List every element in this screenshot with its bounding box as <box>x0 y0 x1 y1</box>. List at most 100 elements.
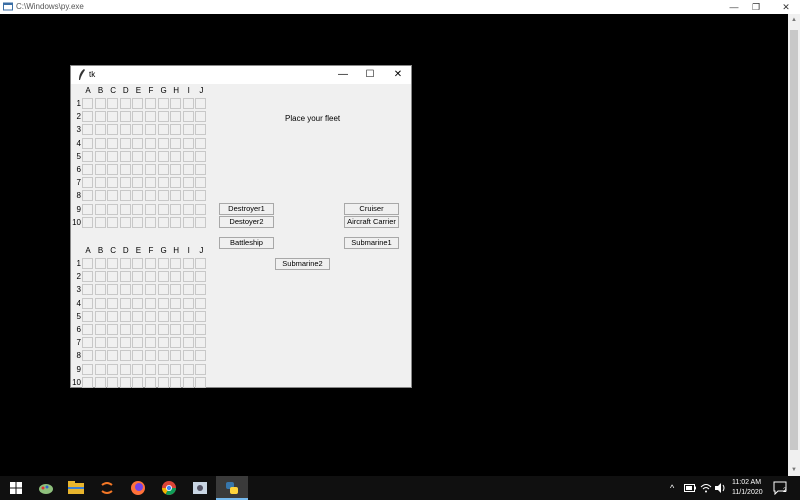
player-board-cell[interactable] <box>170 124 182 136</box>
player-board-cell[interactable] <box>132 216 144 228</box>
enemy-board-cell[interactable] <box>157 310 169 322</box>
enemy-board-cell[interactable] <box>157 324 169 335</box>
enemy-board-cell[interactable] <box>145 297 156 309</box>
scrollbar-thumb[interactable] <box>790 30 798 450</box>
clock-time[interactable]: 11:02 AM <box>732 479 761 486</box>
player-board-cell[interactable] <box>145 190 156 202</box>
enemy-board-cell[interactable] <box>82 310 93 322</box>
player-board-cell[interactable] <box>157 137 169 149</box>
enemy-board-cell[interactable] <box>119 350 131 362</box>
player-board-cell[interactable] <box>94 177 106 189</box>
player-board-cell[interactable] <box>195 124 207 136</box>
tk-maximize-button[interactable]: ☐ <box>356 66 384 84</box>
player-board-cell[interactable] <box>132 98 144 109</box>
player-board-cell[interactable] <box>107 177 119 189</box>
enemy-board-cell[interactable] <box>82 324 93 335</box>
taskbar-firefox[interactable] <box>128 478 148 498</box>
player-board-cell[interactable] <box>182 164 194 175</box>
player-board-cell[interactable] <box>145 203 156 215</box>
player-board-cell[interactable] <box>195 177 207 189</box>
player-board-cell[interactable] <box>119 164 131 175</box>
taskbar-chrome[interactable] <box>159 478 179 498</box>
player-board-cell[interactable] <box>132 111 144 123</box>
player-board-cell[interactable] <box>145 111 156 123</box>
enemy-board-cell[interactable] <box>182 363 194 375</box>
player-board-cell[interactable] <box>182 177 194 189</box>
enemy-board-cell[interactable] <box>145 310 156 322</box>
player-board-cell[interactable] <box>94 190 106 202</box>
enemy-board-cell[interactable] <box>82 363 93 375</box>
enemy-board-cell[interactable] <box>170 258 182 269</box>
enemy-board-cell[interactable] <box>94 324 106 335</box>
enemy-board-cell[interactable] <box>195 363 207 375</box>
player-board-cell[interactable] <box>182 190 194 202</box>
enemy-board-cell[interactable] <box>157 337 169 349</box>
enemy-board-cell[interactable] <box>132 271 144 283</box>
enemy-board-cell[interactable] <box>82 376 93 388</box>
enemy-board-cell[interactable] <box>170 324 182 335</box>
enemy-board-cell[interactable] <box>107 350 119 362</box>
player-board-cell[interactable] <box>82 177 93 189</box>
enemy-board-cell[interactable] <box>195 350 207 362</box>
enemy-board-cell[interactable] <box>182 337 194 349</box>
enemy-board-cell[interactable] <box>94 310 106 322</box>
enemy-board-cell[interactable] <box>182 324 194 335</box>
enemy-board-cell[interactable] <box>145 376 156 388</box>
player-board-cell[interactable] <box>94 150 106 162</box>
player-board-cell[interactable] <box>119 98 131 109</box>
player-board-cell[interactable] <box>157 203 169 215</box>
enemy-board-cell[interactable] <box>132 324 144 335</box>
aircraft-carrier-button[interactable]: Aircraft Carrier <box>344 216 399 228</box>
enemy-board-cell[interactable] <box>157 350 169 362</box>
enemy-board-cell[interactable] <box>119 376 131 388</box>
player-board-cell[interactable] <box>145 216 156 228</box>
start-button[interactable] <box>6 478 26 498</box>
player-board-cell[interactable] <box>170 98 182 109</box>
player-board-cell[interactable] <box>107 124 119 136</box>
player-board-cell[interactable] <box>157 164 169 175</box>
enemy-board-cell[interactable] <box>195 376 207 388</box>
player-board-cell[interactable] <box>107 111 119 123</box>
enemy-board-cell[interactable] <box>132 376 144 388</box>
enemy-board-cell[interactable] <box>132 310 144 322</box>
player-board-cell[interactable] <box>132 203 144 215</box>
player-board-cell[interactable] <box>182 137 194 149</box>
enemy-board-cell[interactable] <box>82 271 93 283</box>
player-board-cell[interactable] <box>94 137 106 149</box>
enemy-board-cell[interactable] <box>157 376 169 388</box>
enemy-board-cell[interactable] <box>119 324 131 335</box>
player-board-cell[interactable] <box>170 164 182 175</box>
player-board-cell[interactable] <box>107 150 119 162</box>
enemy-board-cell[interactable] <box>94 258 106 269</box>
player-board-cell[interactable] <box>107 137 119 149</box>
enemy-board-cell[interactable] <box>94 337 106 349</box>
player-board-cell[interactable] <box>119 124 131 136</box>
player-board-cell[interactable] <box>145 164 156 175</box>
enemy-board-cell[interactable] <box>157 297 169 309</box>
enemy-board-cell[interactable] <box>119 258 131 269</box>
console-restore-button[interactable]: ❐ <box>742 0 770 14</box>
enemy-board-cell[interactable] <box>94 284 106 296</box>
player-board-cell[interactable] <box>170 216 182 228</box>
player-board-cell[interactable] <box>132 190 144 202</box>
player-board-cell[interactable] <box>132 164 144 175</box>
taskbar-app-4[interactable] <box>97 478 117 498</box>
player-board-cell[interactable] <box>82 203 93 215</box>
player-board-cell[interactable] <box>107 216 119 228</box>
player-board-cell[interactable] <box>157 98 169 109</box>
enemy-board-cell[interactable] <box>195 258 207 269</box>
enemy-board-cell[interactable] <box>195 297 207 309</box>
enemy-board-cell[interactable] <box>170 310 182 322</box>
enemy-board-cell[interactable] <box>195 310 207 322</box>
player-board-cell[interactable] <box>82 150 93 162</box>
player-board-cell[interactable] <box>182 124 194 136</box>
enemy-board-cell[interactable] <box>132 350 144 362</box>
enemy-board-cell[interactable] <box>94 376 106 388</box>
player-board-cell[interactable] <box>132 137 144 149</box>
enemy-board-cell[interactable] <box>145 284 156 296</box>
player-board-cell[interactable] <box>170 177 182 189</box>
player-board-cell[interactable] <box>145 124 156 136</box>
enemy-board-cell[interactable] <box>157 363 169 375</box>
player-board-cell[interactable] <box>157 190 169 202</box>
enemy-board-cell[interactable] <box>195 284 207 296</box>
